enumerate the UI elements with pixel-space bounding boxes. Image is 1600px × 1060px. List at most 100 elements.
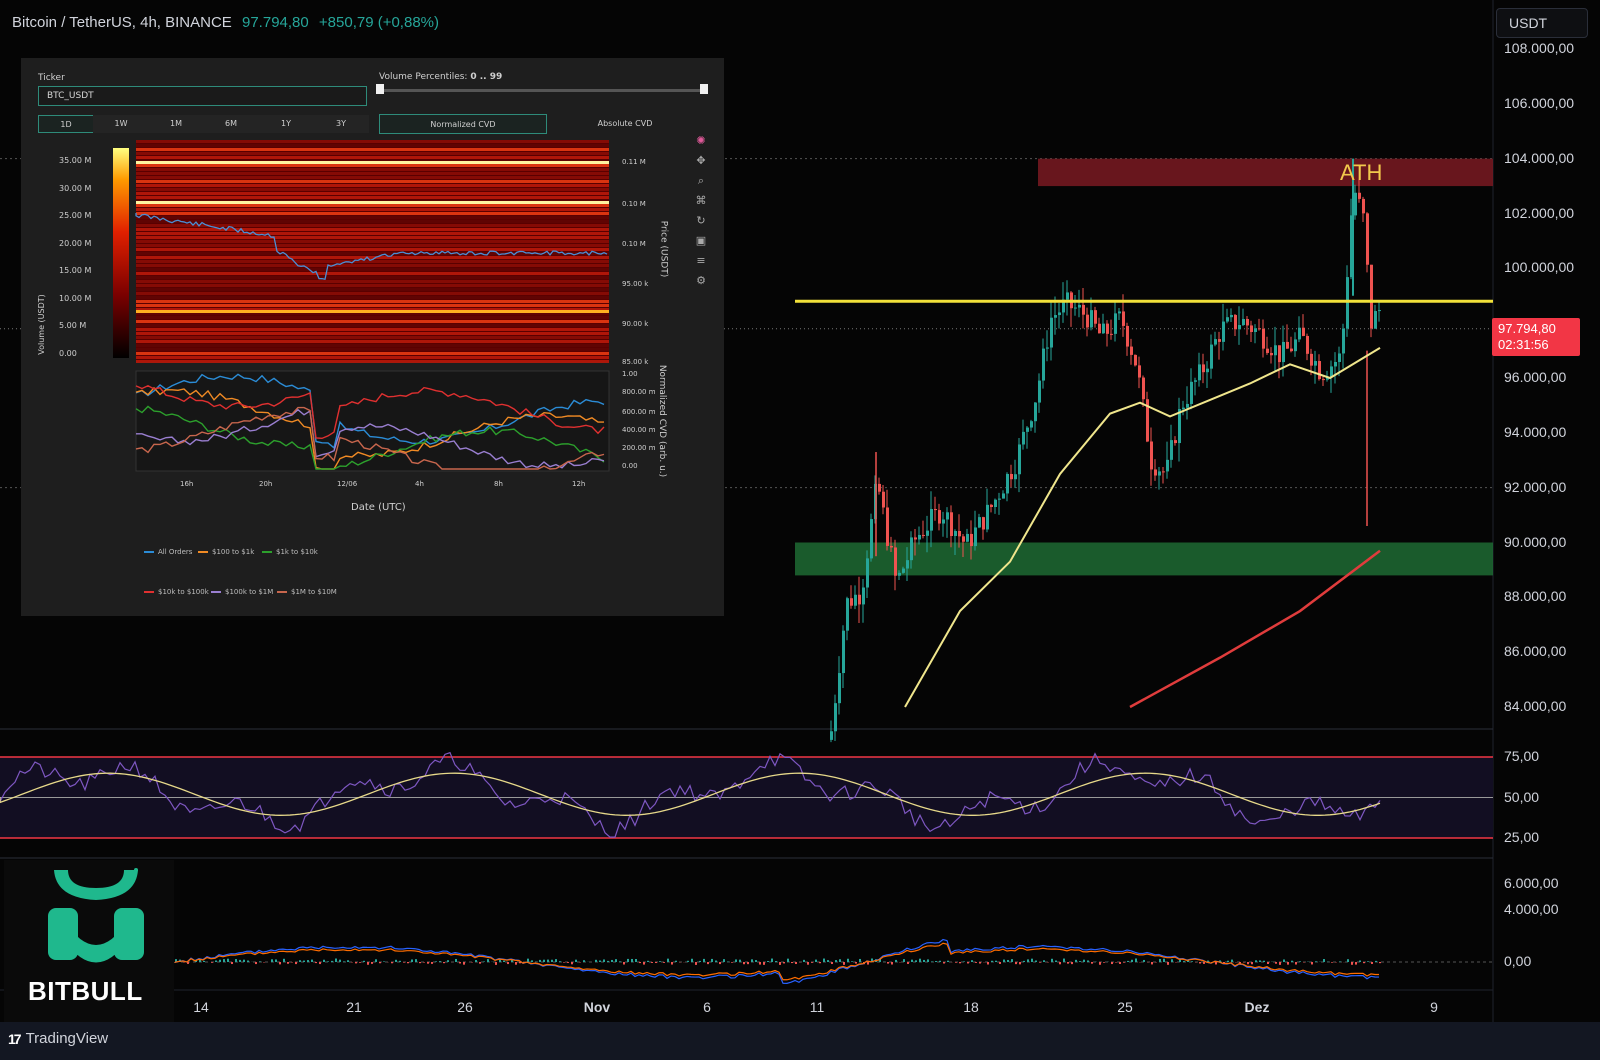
price-axis-label: 86.000,00 bbox=[1504, 643, 1567, 660]
cvd-tick-label: 800.00 m bbox=[622, 388, 656, 396]
macd-bar bbox=[771, 958, 773, 962]
header-price-change: +850,79 (+0,88%) bbox=[318, 14, 439, 31]
candle-body bbox=[950, 512, 953, 537]
symbol-name[interactable]: Bitcoin / TetherUS, 4h, BINANCE bbox=[12, 14, 232, 31]
slider-min-handle[interactable] bbox=[376, 84, 384, 94]
absolute-cvd-button[interactable]: Absolute CVD bbox=[547, 114, 703, 134]
pan-icon[interactable]: ✥ bbox=[694, 154, 708, 168]
candle-body bbox=[974, 527, 977, 547]
candle-body bbox=[1226, 317, 1229, 322]
legend-item[interactable]: $10k to $100k bbox=[144, 588, 209, 596]
range-button-1w[interactable]: 1W bbox=[93, 115, 149, 133]
candle-body bbox=[842, 630, 845, 674]
lasso-icon[interactable]: ⌘ bbox=[694, 194, 708, 208]
macd-bar bbox=[343, 961, 345, 962]
macd-bar bbox=[1291, 960, 1293, 962]
macd-bar bbox=[235, 959, 237, 962]
legend-label: $1M to $10M bbox=[291, 588, 337, 596]
macd-bar bbox=[367, 962, 369, 965]
macd-bar bbox=[559, 961, 561, 962]
macd-bar bbox=[1019, 962, 1021, 965]
candle-body bbox=[1362, 198, 1365, 214]
range-button-3y[interactable]: 3Y bbox=[313, 115, 369, 133]
macd-bar bbox=[699, 960, 701, 962]
cvd-heatmap-canvas[interactable] bbox=[21, 58, 724, 616]
plotly-logo-icon[interactable]: ✺ bbox=[694, 134, 708, 148]
macd-bar bbox=[1091, 962, 1093, 964]
macd-bar bbox=[691, 958, 693, 962]
candle-body bbox=[1010, 473, 1013, 480]
tradingview-brand: TradingView bbox=[25, 1030, 109, 1047]
macd-bar bbox=[1031, 958, 1033, 962]
macd-bar bbox=[759, 962, 761, 965]
legend-item[interactable]: $1M to $10M bbox=[277, 588, 337, 596]
macd-bar bbox=[1079, 961, 1081, 962]
candle-body bbox=[1098, 323, 1101, 334]
candle-body bbox=[1110, 333, 1113, 335]
volume-colorbar bbox=[113, 148, 129, 358]
legend-item[interactable]: All Orders bbox=[144, 548, 192, 556]
normalized-cvd-button[interactable]: Normalized CVD bbox=[379, 114, 547, 134]
zoom-icon[interactable]: ⌕ bbox=[694, 174, 708, 188]
download-icon[interactable]: ▣ bbox=[694, 234, 708, 248]
macd-bar bbox=[1255, 960, 1257, 962]
range-button-1d[interactable]: 1D bbox=[38, 115, 94, 133]
candle-body bbox=[1374, 311, 1377, 329]
macd-bar bbox=[231, 962, 233, 965]
macd-axis-label: 0,00 bbox=[1504, 953, 1532, 969]
candle-body bbox=[1014, 474, 1017, 480]
candle-body bbox=[1030, 421, 1033, 428]
macd-bar bbox=[275, 959, 277, 962]
macd-bar bbox=[975, 962, 977, 963]
legend-swatch bbox=[198, 551, 208, 553]
macd-bar bbox=[283, 958, 285, 962]
heatmap-row bbox=[136, 300, 609, 303]
range-button-1y[interactable]: 1Y bbox=[258, 115, 314, 133]
macd-bar bbox=[223, 959, 225, 962]
reset-axes-icon[interactable]: ↻ bbox=[694, 214, 708, 228]
candle-body bbox=[1230, 314, 1233, 318]
range-button-1m[interactable]: 1M bbox=[148, 115, 204, 133]
macd-bar bbox=[515, 962, 517, 965]
volume-percentiles-slider[interactable] bbox=[379, 89, 704, 92]
candle-body bbox=[1270, 352, 1273, 356]
settings-icon[interactable]: ⚙ bbox=[694, 274, 708, 288]
tradingview-logo[interactable]: 17 TradingView bbox=[8, 1030, 108, 1047]
date-axis-label: 21 bbox=[346, 999, 362, 1015]
heatmap-row bbox=[136, 348, 609, 351]
macd-bar bbox=[1231, 959, 1233, 962]
macd-bar bbox=[279, 962, 281, 965]
slider-max-handle[interactable] bbox=[700, 84, 708, 94]
macd-bar bbox=[239, 959, 241, 962]
price-axis-label: 102.000,00 bbox=[1504, 204, 1575, 221]
price-axis-title: Price (USDT) bbox=[658, 220, 669, 278]
autoscale-icon[interactable]: ≡ bbox=[694, 254, 708, 268]
macd-bar bbox=[1263, 960, 1265, 962]
macd-bar bbox=[687, 960, 689, 962]
legend-item[interactable]: $1k to $10k bbox=[262, 548, 318, 556]
candle-body bbox=[838, 673, 841, 704]
x-axis-title: Date (UTC) bbox=[351, 502, 406, 513]
currency-button[interactable]: USDT bbox=[1496, 8, 1588, 38]
macd-bar bbox=[979, 962, 981, 964]
candle-body bbox=[1342, 328, 1345, 354]
bar-countdown: 02:31:56 bbox=[1498, 337, 1549, 352]
legend-item[interactable]: $100 to $1k bbox=[198, 548, 254, 556]
range-button-6m[interactable]: 6M bbox=[203, 115, 259, 133]
heatmap-level-mid bbox=[136, 201, 609, 204]
macd-bar bbox=[1111, 962, 1113, 965]
candle-body bbox=[914, 537, 917, 540]
macd-bar bbox=[671, 962, 673, 965]
candle-body bbox=[1278, 345, 1281, 363]
heatmap-row bbox=[136, 240, 609, 243]
legend-item[interactable]: $100k to $1M bbox=[211, 588, 273, 596]
ticker-input[interactable]: BTC_USDT bbox=[38, 86, 367, 106]
tradingview-footer: 17 TradingView bbox=[0, 1022, 1600, 1060]
cvd-tick-label: 400.00 m bbox=[622, 426, 656, 434]
macd-bar bbox=[439, 961, 441, 962]
macd-bar bbox=[795, 962, 797, 965]
macd-bar bbox=[747, 962, 749, 965]
macd-bar bbox=[1359, 960, 1361, 962]
macd-bar bbox=[427, 962, 429, 964]
macd-bar bbox=[1351, 962, 1353, 965]
